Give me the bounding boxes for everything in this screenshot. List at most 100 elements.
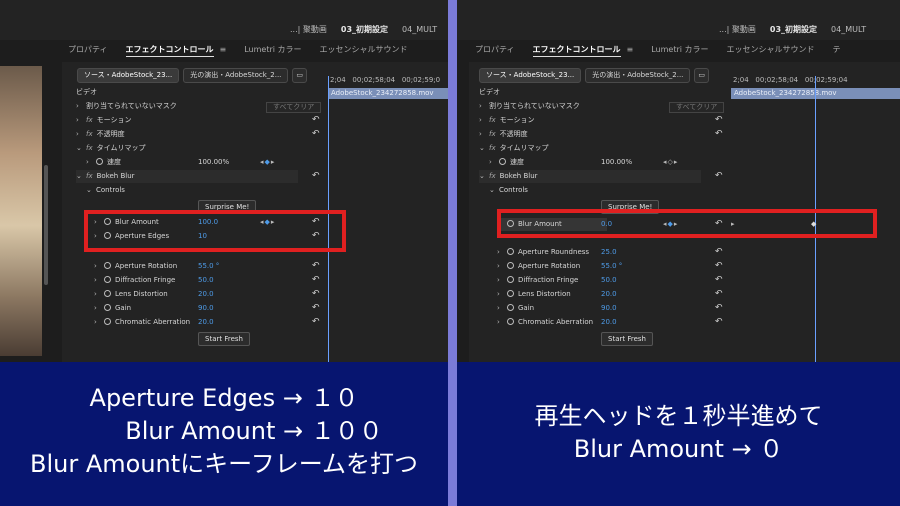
sequence-tab[interactable]: 03_初期設定 (341, 25, 388, 34)
param-gain[interactable]: › Gain (94, 302, 131, 315)
sequence-tab[interactable]: ...| 聚動画 (290, 25, 327, 34)
stopwatch-icon[interactable] (96, 158, 103, 165)
reset-icon[interactable]: ↶ (715, 274, 723, 287)
param-lens-distortion[interactable]: › Lens Distortion (497, 288, 571, 301)
param-value[interactable]: 20.0 (198, 316, 214, 329)
stopwatch-icon[interactable] (507, 262, 514, 269)
stopwatch-icon[interactable] (507, 304, 514, 311)
param-aperture-rotation[interactable]: › Aperture Rotation (497, 260, 580, 273)
panel-menu-icon[interactable]: ≡ (627, 45, 634, 54)
effect-opacity[interactable]: › fx 不透明度 (479, 128, 528, 141)
start-fresh-button[interactable]: Start Fresh (198, 332, 250, 346)
speed-value[interactable]: 100.00% (198, 156, 229, 169)
timecode: 00;02;58;04 (755, 76, 799, 84)
param-value[interactable]: 90.0 (601, 302, 617, 315)
param-value[interactable]: 55.0 ° (198, 260, 219, 273)
reset-icon[interactable]: ↶ (715, 128, 723, 141)
panel-menu-icon[interactable]: ≡ (220, 45, 227, 54)
sequence-tab[interactable]: 04_MULT (831, 25, 866, 34)
param-value[interactable]: 90.0 (198, 302, 214, 315)
stopwatch-icon[interactable] (104, 262, 111, 269)
panel-layout-icon[interactable]: ▭ (694, 68, 710, 83)
param-diffraction-fringe[interactable]: › Diffraction Fringe (497, 274, 578, 287)
reset-icon[interactable]: ↶ (715, 260, 723, 273)
source-tab[interactable]: 光の演出・AdobeStock_2... (585, 68, 691, 83)
tab-effect-controls[interactable]: エフェクトコントロール (125, 45, 214, 57)
stopwatch-icon[interactable] (507, 318, 514, 325)
stopwatch-icon[interactable] (507, 276, 514, 283)
stopwatch-icon[interactable] (507, 290, 514, 297)
controls-group[interactable]: ⌄ Controls (489, 184, 528, 197)
sequence-tab[interactable]: ...| 聚動画 (719, 25, 756, 34)
tab-lumetri[interactable]: Lumetri カラー (244, 45, 301, 54)
tab-essential-sound[interactable]: エッセンシャルサウンド (320, 45, 408, 54)
param-lens-distortion[interactable]: › Lens Distortion (94, 288, 168, 301)
param-value[interactable]: 55.0 ° (601, 260, 622, 273)
reset-icon[interactable]: ↶ (312, 302, 320, 315)
effect-time-remap[interactable]: ⌄ fx タイムリマップ (479, 142, 548, 155)
scrollbar[interactable] (44, 165, 48, 285)
reset-icon[interactable]: ↶ (312, 288, 320, 301)
reset-icon[interactable]: ↶ (715, 170, 723, 183)
sequence-tab[interactable]: 03_初期設定 (770, 25, 817, 34)
keyframe-nav[interactable]: ◂◇▸ (663, 156, 678, 169)
reset-icon[interactable]: ↶ (312, 114, 320, 127)
reset-icon[interactable]: ↶ (715, 316, 723, 329)
source-tab[interactable]: ソース・AdobeStock_23... (479, 68, 582, 83)
stopwatch-icon[interactable] (104, 276, 111, 283)
tab-properties[interactable]: プロパティ (475, 45, 515, 54)
reset-icon[interactable]: ↶ (312, 170, 320, 183)
tab-effect-controls[interactable]: エフェクトコントロール (532, 45, 621, 57)
param-value[interactable]: 20.0 (198, 288, 214, 301)
stopwatch-icon[interactable] (104, 304, 111, 311)
param-gain[interactable]: › Gain (497, 302, 534, 315)
param-diffraction-fringe[interactable]: › Diffraction Fringe (94, 274, 175, 287)
speed-value[interactable]: 100.00% (601, 156, 632, 169)
param-chromatic-aberration[interactable]: › Chromatic Aberration (94, 316, 190, 329)
controls-group[interactable]: ⌄ Controls (86, 184, 125, 197)
reset-icon[interactable]: ↶ (312, 128, 320, 141)
effect-motion[interactable]: › fx モーション (479, 114, 534, 127)
effect-time-remap[interactable]: ⌄ fx タイムリマップ (76, 142, 145, 155)
stopwatch-icon[interactable] (507, 248, 514, 255)
sequence-tab[interactable]: 04_MULT (402, 25, 437, 34)
clear-all-button[interactable]: すべてクリア (266, 102, 322, 113)
param-value[interactable]: 20.0 (601, 316, 617, 329)
start-fresh-button[interactable]: Start Fresh (601, 332, 653, 346)
reset-icon[interactable]: ↶ (715, 246, 723, 259)
speed-param[interactable]: › 速度 (86, 156, 121, 169)
reset-icon[interactable]: ↶ (715, 288, 723, 301)
reset-icon[interactable]: ↶ (312, 260, 320, 273)
effect-motion[interactable]: › fx モーション (76, 114, 131, 127)
stopwatch-icon[interactable] (499, 158, 506, 165)
speed-param[interactable]: › 速度 (489, 156, 524, 169)
reset-icon[interactable]: ↶ (715, 114, 723, 127)
caption-line: Blur Amount → ０ (573, 435, 784, 463)
param-value[interactable]: 50.0 (601, 274, 617, 287)
param-value[interactable]: 50.0 (198, 274, 214, 287)
clear-all-button[interactable]: すべてクリア (669, 102, 725, 113)
param-aperture-roundness[interactable]: › Aperture Roundness (497, 246, 589, 259)
stopwatch-icon[interactable] (104, 318, 111, 325)
tab-properties[interactable]: プロパティ (68, 45, 108, 54)
reset-icon[interactable]: ↶ (312, 316, 320, 329)
reset-icon[interactable]: ↶ (715, 302, 723, 315)
param-value[interactable]: 25.0 (601, 246, 617, 259)
stopwatch-icon[interactable] (104, 290, 111, 297)
tab-more[interactable]: テ (833, 45, 841, 54)
effect-opacity[interactable]: › fx 不透明度 (76, 128, 125, 141)
param-aperture-rotation[interactable]: › Aperture Rotation (94, 260, 177, 273)
keyframe-nav[interactable]: ◂◆▸ (260, 156, 275, 169)
effect-bokeh-blur[interactable]: ⌄ fx Bokeh Blur (479, 170, 701, 183)
panel-layout-icon[interactable]: ▭ (292, 68, 308, 83)
highlight-box (84, 210, 346, 252)
effect-bokeh-blur[interactable]: ⌄ fx Bokeh Blur (76, 170, 298, 183)
reset-icon[interactable]: ↶ (312, 274, 320, 287)
source-tab[interactable]: 光の演出・AdobeStock_2... (183, 68, 289, 83)
tab-essential-sound[interactable]: エッセンシャルサウンド (727, 45, 815, 54)
tab-lumetri[interactable]: Lumetri カラー (651, 45, 708, 54)
param-value[interactable]: 20.0 (601, 288, 617, 301)
clip-bar[interactable]: AdobeStock_234272858.mov (328, 88, 448, 99)
source-tab[interactable]: ソース・AdobeStock_23... (77, 68, 180, 83)
param-chromatic-aberration[interactable]: › Chromatic Aberration (497, 316, 593, 329)
